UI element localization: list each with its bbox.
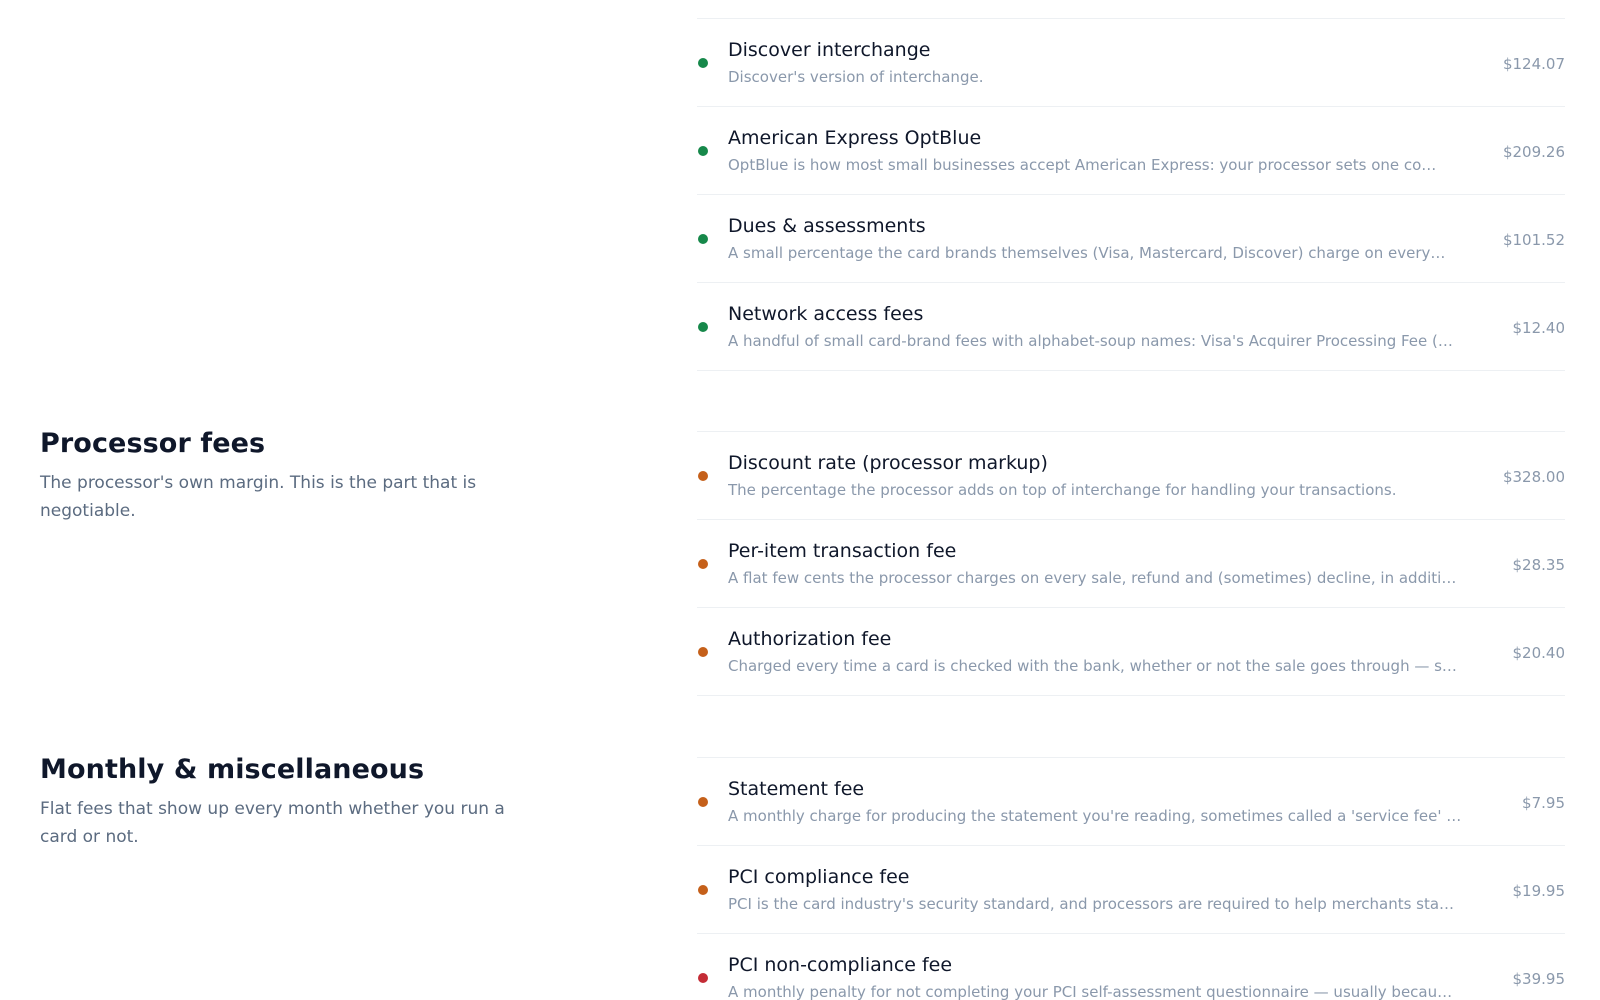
fee-description: PCI is the card industry's security stan…: [728, 895, 1455, 913]
status-dot-icon: [698, 647, 708, 657]
fee-description: A monthly penalty for not completing you…: [728, 983, 1453, 1000]
fee-row-dues-assessments[interactable]: Dues & assessments A small percentage th…: [697, 195, 1565, 283]
fee-row-per-item[interactable]: Per-item transaction fee A flat few cent…: [697, 520, 1565, 608]
fee-name: Per-item transaction fee: [728, 540, 957, 562]
fee-name: Statement fee: [728, 778, 865, 800]
status-dot-icon: [698, 58, 708, 68]
status-dot-icon: [698, 234, 708, 244]
processor-fee-list: Discount rate (processor markup) The per…: [697, 431, 1565, 696]
fee-description: OptBlue is how most small businesses acc…: [728, 156, 1437, 174]
fee-row-discount-rate[interactable]: Discount rate (processor markup) The per…: [697, 432, 1565, 520]
fee-breakdown-page: Discover interchange Discover's version …: [0, 0, 1600, 1000]
fee-name: PCI compliance fee: [728, 866, 910, 888]
status-dot-icon: [698, 146, 708, 156]
fee-description: A monthly charge for producing the state…: [728, 807, 1462, 825]
fee-name: Discover interchange: [728, 39, 931, 61]
status-dot-icon: [698, 885, 708, 895]
status-dot-icon: [698, 973, 708, 983]
fee-amount: $124.07: [1502, 55, 1565, 73]
fee-row-pci-compliance[interactable]: PCI compliance fee PCI is the card indus…: [697, 846, 1565, 934]
section-description: Flat fees that show up every month wheth…: [40, 799, 505, 847]
fee-name: Authorization fee: [728, 628, 892, 650]
status-dot-icon: [698, 797, 708, 807]
fee-row-authorization[interactable]: Authorization fee Charged every time a c…: [697, 608, 1565, 696]
fee-name: American Express OptBlue: [728, 127, 982, 149]
fee-amount: $39.95: [1512, 970, 1566, 988]
fee-row-pci-non-compliance[interactable]: PCI non-compliance fee A monthly penalty…: [697, 934, 1565, 1000]
fee-amount: $328.00: [1502, 468, 1565, 486]
fee-name: Network access fees: [728, 303, 924, 325]
fee-description: A flat few cents the processor charges o…: [728, 569, 1457, 587]
section-description: The processor's own margin. This is the …: [40, 473, 477, 521]
card-brand-fee-list: Discover interchange Discover's version …: [697, 18, 1565, 371]
fee-description: A handful of small card-brand fees with …: [728, 332, 1453, 350]
fee-description: The percentage the processor adds on top…: [728, 481, 1397, 499]
fee-amount: $19.95: [1512, 882, 1566, 900]
fee-name: Dues & assessments: [728, 215, 926, 237]
fee-amount: $101.52: [1502, 231, 1565, 249]
fee-row-amex-optblue[interactable]: American Express OptBlue OptBlue is how …: [697, 107, 1565, 195]
processor-fees-header: Processor fees The processor's own margi…: [40, 428, 540, 525]
monthly-misc-header: Monthly & miscellaneous Flat fees that s…: [40, 754, 540, 851]
section-title: Processor fees: [40, 428, 266, 459]
fee-row-statement[interactable]: Statement fee A monthly charge for produ…: [697, 758, 1565, 846]
fee-row-network-access[interactable]: Network access fees A handful of small c…: [697, 283, 1565, 371]
fee-amount: $209.26: [1502, 143, 1565, 161]
fee-description: Discover's version of interchange.: [728, 68, 984, 86]
status-dot-icon: [698, 559, 708, 569]
fee-amount: $28.35: [1512, 556, 1566, 574]
section-title: Monthly & miscellaneous: [40, 754, 425, 785]
status-dot-icon: [698, 471, 708, 481]
fee-description: A small percentage the card brands thems…: [728, 244, 1446, 262]
fee-amount: $12.40: [1512, 319, 1566, 337]
status-dot-icon: [698, 322, 708, 332]
fee-amount: $7.95: [1522, 794, 1565, 812]
fee-row-discover-interchange[interactable]: Discover interchange Discover's version …: [697, 19, 1565, 107]
fee-name: PCI non-compliance fee: [728, 954, 953, 976]
fee-name: Discount rate (processor markup): [728, 452, 1048, 474]
fee-description: Charged every time a card is checked wit…: [728, 657, 1457, 675]
monthly-fee-list: Statement fee A monthly charge for produ…: [697, 757, 1565, 1000]
fee-amount: $20.40: [1512, 644, 1566, 662]
